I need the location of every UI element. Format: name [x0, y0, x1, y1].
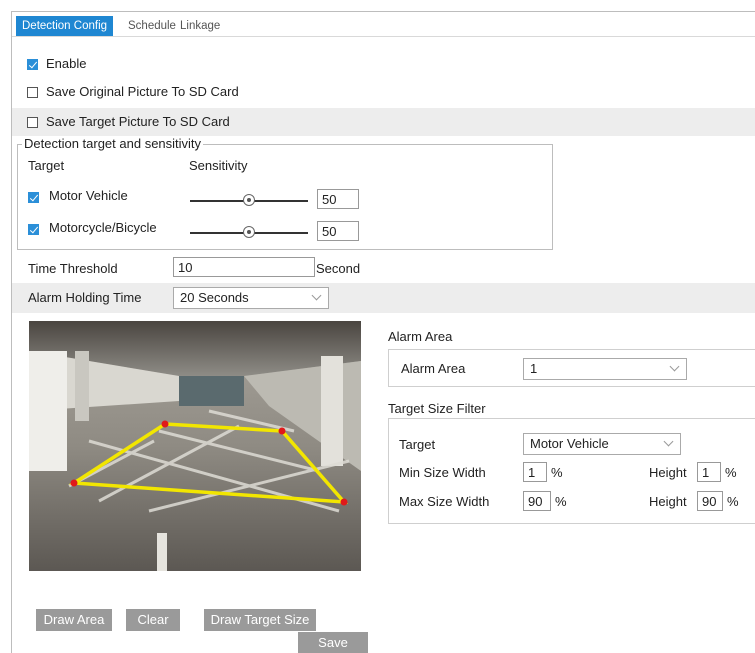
alarm-area-select[interactable]: 1 [523, 358, 687, 380]
motor-vehicle-label: Motor Vehicle [49, 188, 128, 203]
motor-vehicle-slider-thumb[interactable] [243, 194, 255, 206]
alarm-holding-label: Alarm Holding Time [28, 290, 142, 305]
alarm-area-label: Alarm Area [401, 361, 466, 376]
alarm-holding-row: Alarm Holding Time 20 Seconds [12, 283, 755, 313]
detection-config-panel: Detection Config Schedule Linkage Enable… [11, 11, 755, 653]
alarm-holding-value: 20 Seconds [180, 290, 249, 305]
draw-target-size-button[interactable]: Draw Target Size [204, 609, 316, 631]
target-filter-label: Target [399, 437, 436, 452]
time-threshold-unit: Second [316, 261, 361, 276]
min-height-percent: % [725, 465, 737, 480]
motorcycle-label: Motorcycle/Bicycle [49, 220, 157, 235]
target-filter-value: Motor Vehicle [530, 436, 609, 451]
alarm-zone-vertex [278, 427, 286, 435]
max-height-input[interactable]: 90 [697, 491, 723, 511]
alarm-area-panel: Alarm Area 1 [388, 349, 755, 387]
enable-label: Enable [46, 56, 87, 71]
camera-preview[interactable] [29, 321, 361, 571]
draw-area-button[interactable]: Draw Area [36, 609, 112, 631]
camera-preview-image [29, 321, 361, 571]
target-filter-select[interactable]: Motor Vehicle [523, 433, 681, 455]
target-column-header: Target [28, 158, 65, 173]
time-threshold-input[interactable]: 10 [173, 257, 315, 277]
motorcycle-slider-thumb[interactable] [243, 226, 255, 238]
detection-target-group: Detection target and sensitivity Target … [17, 136, 553, 250]
time-threshold-label: Time Threshold [28, 261, 118, 276]
save-target-row: Save Target Picture To SD Card [12, 108, 755, 136]
chevron-down-icon [311, 290, 322, 301]
motor-vehicle-checkbox[interactable] [28, 192, 39, 203]
tab-linkage[interactable]: Linkage [180, 16, 220, 36]
detection-legend: Detection target and sensitivity [22, 136, 204, 151]
enable-checkbox[interactable] [27, 59, 38, 70]
save-original-checkbox[interactable] [27, 87, 38, 98]
enable-row: Enable [12, 50, 755, 78]
max-width-percent: % [555, 494, 567, 509]
motorcycle-checkbox[interactable] [28, 224, 39, 235]
min-width-input[interactable]: 1 [523, 462, 547, 482]
tab-schedule[interactable]: Schedule [128, 16, 176, 36]
alarm-holding-select[interactable]: 20 Seconds [173, 287, 329, 309]
target-size-filter-panel: Target Motor Vehicle Min Size Width 1 % … [388, 418, 755, 524]
chevron-down-icon [663, 436, 674, 447]
tab-bar: Detection Config Schedule Linkage [12, 16, 755, 37]
max-width-input[interactable]: 90 [523, 491, 551, 511]
save-target-label: Save Target Picture To SD Card [46, 114, 230, 129]
alarm-area-value: 1 [530, 361, 538, 376]
chevron-down-icon [669, 361, 680, 372]
sensitivity-column-header: Sensitivity [189, 158, 248, 173]
clear-button[interactable]: Clear [126, 609, 180, 631]
save-original-row: Save Original Picture To SD Card [12, 78, 755, 106]
target-size-filter-title: Target Size Filter [388, 401, 486, 416]
motorcycle-sensitivity-input[interactable]: 50 [317, 221, 359, 241]
alarm-zone-vertex [340, 498, 348, 506]
min-size-width-label: Min Size Width [399, 465, 486, 480]
alarm-zone-vertex [161, 420, 169, 428]
max-height-label: Height [649, 494, 687, 509]
save-target-checkbox[interactable] [27, 117, 38, 128]
tab-detection-config[interactable]: Detection Config [16, 16, 114, 36]
max-size-width-label: Max Size Width [399, 494, 490, 509]
save-original-label: Save Original Picture To SD Card [46, 84, 239, 99]
alarm-area-section-title: Alarm Area [388, 329, 453, 344]
max-height-percent: % [727, 494, 739, 509]
min-height-input[interactable]: 1 [697, 462, 721, 482]
motor-vehicle-sensitivity-input[interactable]: 50 [317, 189, 359, 209]
alarm-zone-vertex [70, 479, 78, 487]
min-width-percent: % [551, 465, 563, 480]
min-height-label: Height [649, 465, 687, 480]
save-button[interactable]: Save [298, 632, 368, 653]
